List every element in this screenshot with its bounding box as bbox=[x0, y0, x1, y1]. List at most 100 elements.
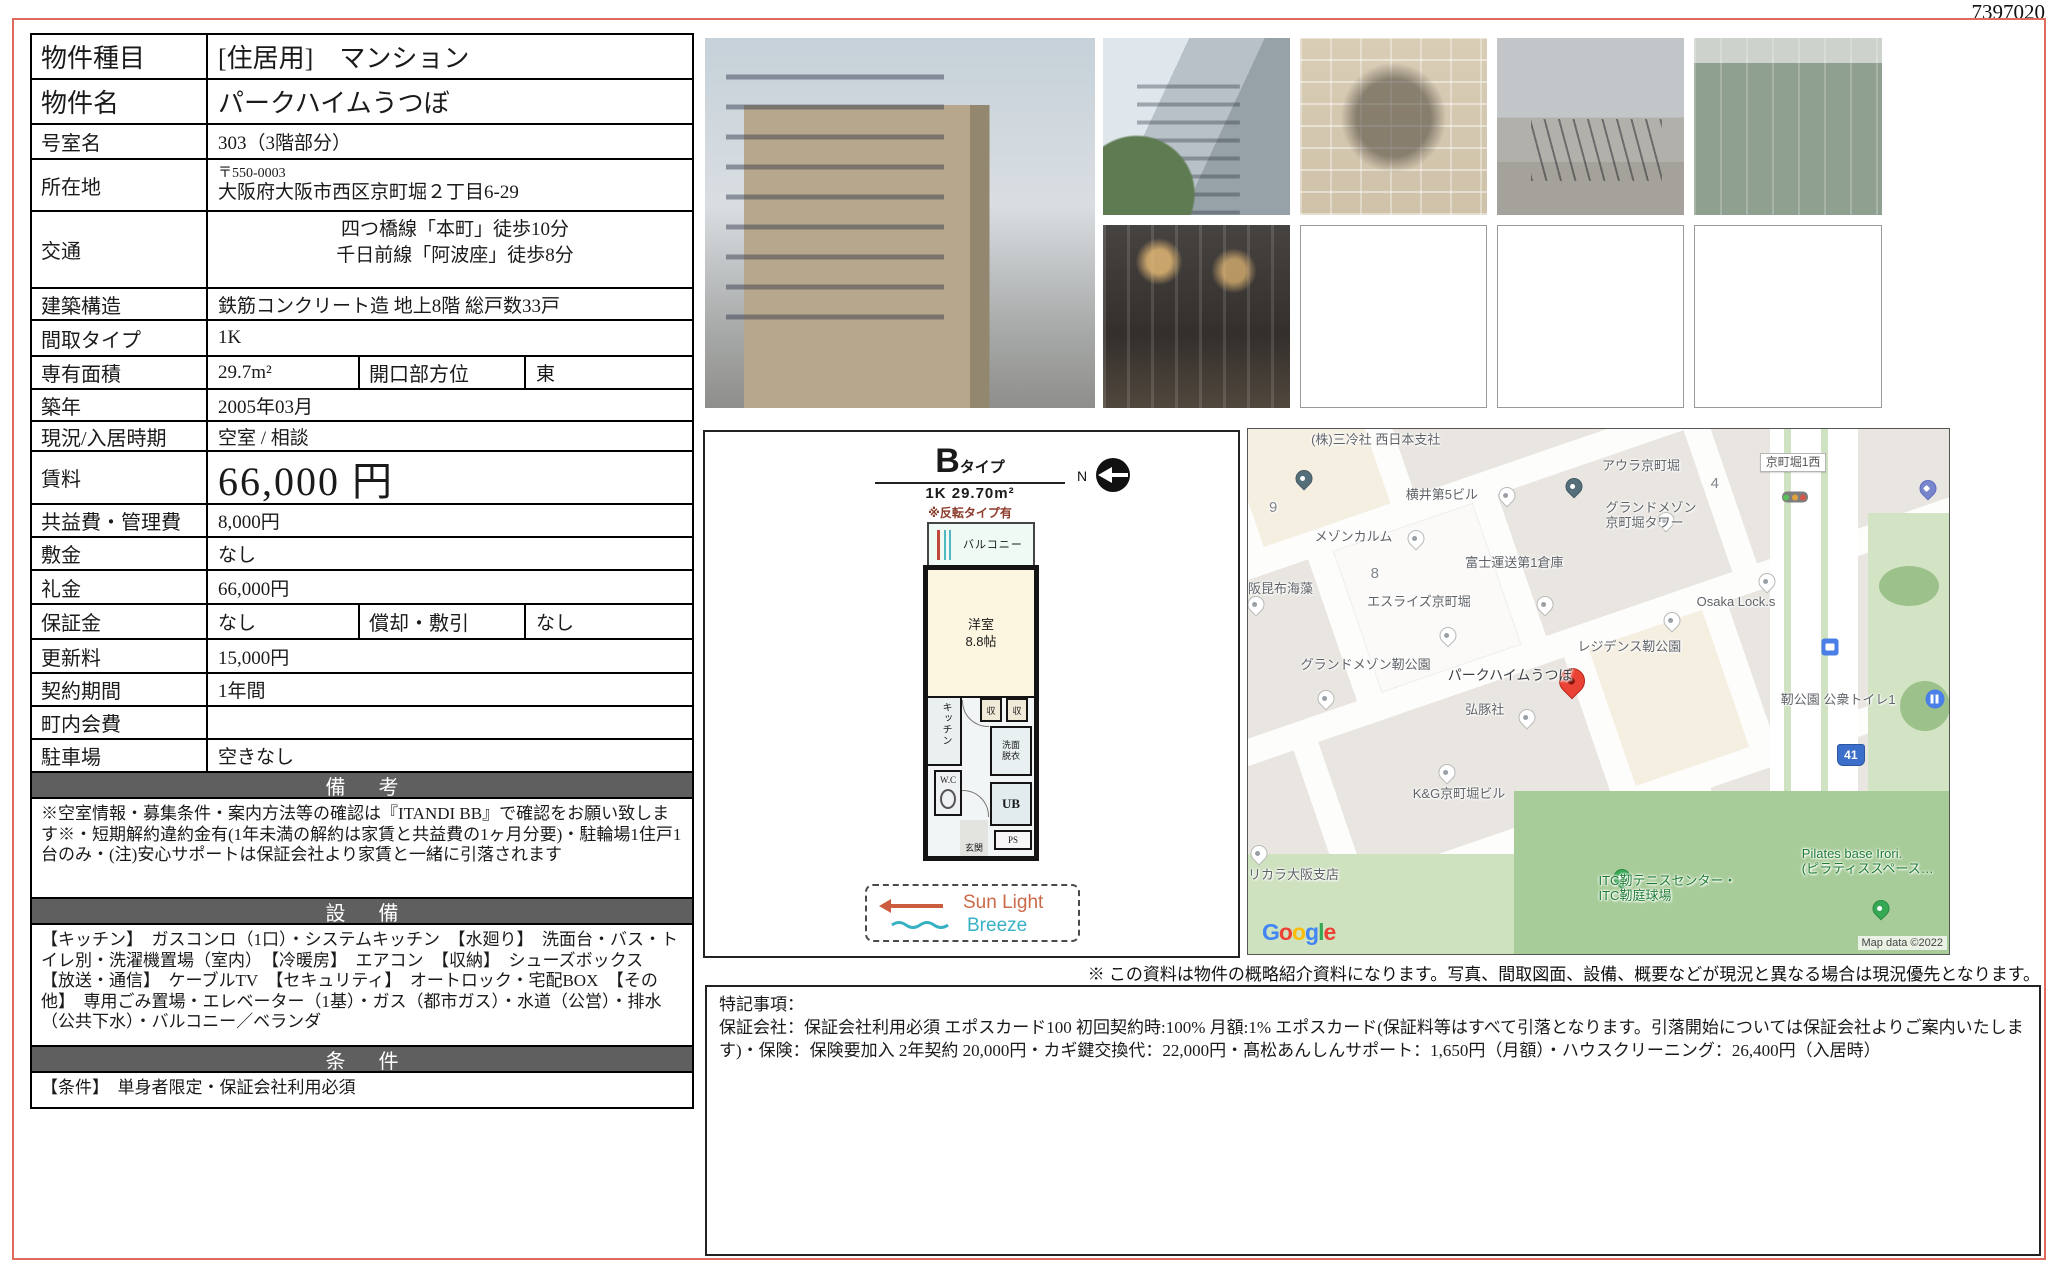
washroom: 洗面 脱衣 bbox=[990, 726, 1032, 776]
table-row: 更新料15,000円 bbox=[32, 640, 692, 674]
map-pin-gray bbox=[1440, 627, 1457, 644]
photo-building-side bbox=[1103, 38, 1290, 215]
row-label: 号室名 bbox=[32, 125, 208, 158]
map-label: リカラ大阪支店 bbox=[1248, 867, 1339, 882]
property-table: 物件種目[住居用] マンション物件名パークハイムうつぼ号室名303（3階部分）所… bbox=[30, 33, 694, 1109]
map-pin-gray bbox=[1759, 573, 1776, 590]
map-pin-gray bbox=[1251, 845, 1268, 862]
row-label: 更新料 bbox=[32, 640, 208, 672]
special-notes-body: 保証会社：保証会社利用必須 エポスカード100 初回契約時:100% 月額:1%… bbox=[719, 1018, 2024, 1060]
map-label: ITC靭テニスセンター・ ITC靭庭球場 bbox=[1599, 873, 1737, 903]
toilet-icon bbox=[1925, 690, 1944, 709]
table-row: 間取タイプ1K bbox=[32, 321, 692, 357]
traffic-light-icon bbox=[1782, 492, 1808, 503]
entrance: 玄関 bbox=[960, 820, 988, 856]
map-label: レジデンス靭公園 bbox=[1577, 639, 1681, 654]
row-value: なし bbox=[208, 605, 358, 638]
map-label: パークハイムうつぼ bbox=[1448, 668, 1573, 683]
map-label: 4 bbox=[1711, 476, 1719, 491]
map-label: Pilates base Irori. (ピラティススペース… bbox=[1802, 846, 1934, 876]
map-pin-fuel bbox=[1919, 480, 1936, 497]
row-label: 築年 bbox=[32, 390, 208, 420]
row-value: 1K bbox=[208, 321, 692, 355]
row-label: 専有面積 bbox=[32, 357, 208, 388]
map-label: 弘豚社 bbox=[1465, 702, 1504, 717]
row-value: 空きなし bbox=[208, 740, 692, 771]
row-label: 間取タイプ bbox=[32, 321, 208, 355]
table-row: 敷金なし bbox=[32, 538, 692, 571]
map-pin-green bbox=[1873, 900, 1890, 917]
map-label: グランドメゾン靭公園 bbox=[1301, 657, 1431, 672]
row-label: 礼金 bbox=[32, 571, 208, 603]
location-map: 41 (株)三冷社 西日本支社アウラ京町堀京町堀1西49横井第5ビルグランドメゾ… bbox=[1247, 428, 1950, 955]
postal-code: 〒550-0003 bbox=[218, 166, 519, 182]
table-row: 所在地〒550-0003大阪府大阪市西区京町堀２丁目6-29 bbox=[32, 160, 692, 212]
map-pin-gray bbox=[1317, 690, 1334, 707]
row-value: 空室 / 相談 bbox=[208, 422, 692, 450]
map-label: Osaka Lock.s bbox=[1697, 594, 1776, 609]
photo-slot-empty-1 bbox=[1300, 225, 1487, 408]
map-label: 靭公園 公衆トイレ1 bbox=[1781, 692, 1896, 707]
table-row: 築年2005年03月 bbox=[32, 390, 692, 422]
map-attribution: Map data ©2022 bbox=[1858, 936, 1948, 950]
floorplan-unit: 洋室 8.8帖 キッチン 収 収 洗面 脱衣 W.C UB PS 玄関 bbox=[923, 565, 1039, 861]
map-pin-gray bbox=[1499, 487, 1516, 504]
row-label-2: 償却・敷引 bbox=[358, 605, 526, 638]
floorplan-spec: 1K 29.70m² bbox=[875, 485, 1065, 502]
row-value: 29.7m² bbox=[208, 357, 358, 388]
row-label: 交通 bbox=[32, 212, 208, 287]
table-row: 駐車場空きなし bbox=[32, 740, 692, 773]
sunlight-breeze-legend: Sun Light Breeze bbox=[865, 884, 1080, 942]
section-title: 条 件 bbox=[312, 1045, 413, 1074]
row-value: パークハイムうつぼ bbox=[208, 80, 692, 123]
photo-storage-door bbox=[1694, 38, 1882, 215]
section-text-row: 【キッチン】 ガスコンロ（1口）・システムキッチン 【水廻り】 洗面台・バス・ト… bbox=[32, 925, 692, 1047]
row-value-2: 東 bbox=[526, 357, 692, 388]
row-label: 契約期間 bbox=[32, 674, 208, 705]
photo-building-exterior-main bbox=[705, 38, 1095, 408]
floorplan-note: ※反転タイプ有 bbox=[875, 504, 1065, 521]
door-arc bbox=[962, 700, 989, 727]
row-label: 賃料 bbox=[32, 452, 208, 503]
property-listing-sheet: 7397020 物件種目[住居用] マンション物件名パークハイムうつぼ号室名30… bbox=[0, 0, 2056, 1265]
table-row: 町内会費 bbox=[32, 707, 692, 740]
row-value: 66,000 円 bbox=[208, 452, 692, 503]
table-row: 物件種目[住居用] マンション bbox=[32, 35, 692, 80]
bus-stop-icon bbox=[1821, 638, 1838, 655]
table-row: 共益費・管理費8,000円 bbox=[32, 505, 692, 538]
unit-bath: UB bbox=[990, 782, 1032, 826]
map-pin-slate bbox=[1565, 478, 1582, 495]
row-label: 保証金 bbox=[32, 605, 208, 638]
floorplan-header: Bタイプ 1K 29.70m² ※反転タイプ有 bbox=[875, 442, 1065, 521]
google-logo: Google bbox=[1262, 919, 1335, 946]
table-row: 専有面積29.7m²開口部方位東 bbox=[32, 357, 692, 390]
map-pin-gray bbox=[1518, 709, 1535, 726]
map-label: 9 bbox=[1269, 500, 1277, 515]
map-label: 富士運送第1倉庫 bbox=[1465, 555, 1563, 570]
row-value: なし bbox=[208, 538, 692, 569]
table-row: 保証金なし償却・敷引なし bbox=[32, 605, 692, 640]
section-title: 備 考 bbox=[312, 771, 413, 800]
table-row: 物件名パークハイムうつぼ bbox=[32, 80, 692, 125]
row-label: 物件種目 bbox=[32, 35, 208, 78]
table-row: 交通四つ橋線「本町」徒歩10分千日前線「阿波座」徒歩8分 bbox=[32, 212, 692, 289]
document-id: 7397020 bbox=[1905, 0, 2045, 25]
row-value: [住居用] マンション bbox=[208, 35, 692, 78]
table-row: 現況/入居時期空室 / 相談 bbox=[32, 422, 692, 452]
row-label: 所在地 bbox=[32, 160, 208, 210]
route-41-badge: 41 bbox=[1837, 744, 1865, 766]
breeze-wave-icon bbox=[891, 919, 949, 931]
section-header-bar: 備 考 bbox=[32, 773, 692, 799]
row-value bbox=[208, 707, 692, 738]
balcony-label: バルコニー bbox=[963, 536, 1023, 552]
kitchen: キッチン bbox=[928, 698, 962, 766]
toilet-room: W.C bbox=[934, 770, 962, 816]
map-label: (株)三冷社 西日本支社 bbox=[1311, 432, 1440, 447]
map-pin-gray bbox=[1537, 596, 1554, 613]
floorplan-panel: Bタイプ 1K 29.70m² ※反転タイプ有 N バルコニー 洋室 8.8帖 … bbox=[703, 430, 1240, 958]
row-value: 66,000円 bbox=[208, 571, 692, 603]
special-notes-title: 特記事項： bbox=[719, 995, 804, 1014]
map-pin-gray bbox=[1439, 764, 1456, 781]
section-header-bar: 条 件 bbox=[32, 1047, 692, 1073]
map-label: 横井第5ビル bbox=[1406, 487, 1478, 502]
